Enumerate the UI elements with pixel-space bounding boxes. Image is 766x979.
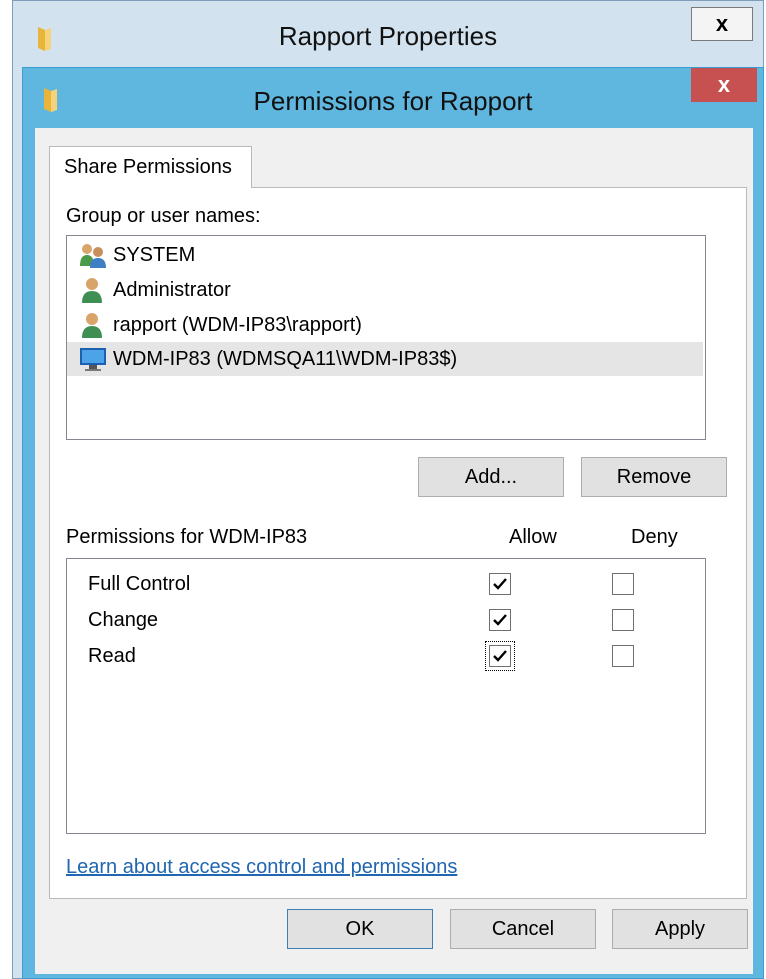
computer-icon (80, 348, 106, 371)
user-listbox[interactable]: SYSTEM Administrator rapport (WDM-IP83\r… (66, 235, 706, 440)
apply-button[interactable]: Apply (612, 909, 748, 949)
outer-window-title: Rapport Properties (278, 21, 498, 51)
permission-row-change: Change (67, 603, 703, 639)
outer-titlebar: Rapport Properties x (13, 1, 763, 69)
ok-button[interactable]: OK (287, 909, 433, 949)
checkmark-icon (493, 578, 507, 590)
allow-checkbox-full-control[interactable] (489, 573, 511, 595)
permission-row-read: Read (67, 639, 703, 675)
allow-checkbox-change[interactable] (489, 609, 511, 631)
outer-close-button[interactable]: x (691, 7, 753, 41)
access-control-help-link[interactable]: Learn about access control and permissio… (66, 856, 457, 879)
deny-checkbox-read[interactable] (612, 645, 634, 667)
dialog-title: Permissions for Rapport (253, 86, 533, 116)
group-or-user-names-label: Group or user names: (66, 205, 261, 227)
allow-checkbox-read[interactable] (489, 645, 511, 667)
user-icon (82, 278, 102, 303)
deny-checkbox-change[interactable] (612, 609, 634, 631)
users-group-icon (80, 244, 106, 268)
list-item-label: Administrator (113, 279, 231, 301)
list-item-administrator[interactable]: Administrator (67, 273, 703, 307)
close-button[interactable]: x (691, 68, 757, 102)
dialog-client-area: Share Permissions Group or user names: S… (35, 128, 753, 974)
list-item-system[interactable]: SYSTEM (67, 238, 703, 272)
allow-column-header: Allow (509, 526, 557, 548)
cancel-button[interactable]: Cancel (450, 909, 596, 949)
tab-share-permissions[interactable]: Share Permissions (49, 146, 252, 188)
permissions-for-label: Permissions for WDM-IP83 (66, 526, 308, 548)
permission-name: Full Control (88, 573, 191, 595)
remove-button[interactable]: Remove (581, 457, 727, 497)
checkmark-icon (493, 650, 507, 662)
add-button[interactable]: Add... (418, 457, 564, 497)
permission-row-full-control: Full Control (67, 567, 703, 603)
list-item-label: SYSTEM (113, 244, 196, 266)
deny-column-header: Deny (631, 526, 678, 548)
permissions-list: Full Control Change Read (66, 558, 706, 834)
deny-checkbox-full-control[interactable] (612, 573, 634, 595)
user-icon (82, 313, 102, 338)
list-item-label: rapport (WDM-IP83\rapport) (113, 314, 362, 336)
permission-name: Read (88, 645, 136, 667)
permission-name: Change (88, 609, 159, 631)
permissions-dialog: Permissions for Rapport x Share Permissi… (22, 67, 764, 979)
list-item-rapport[interactable]: rapport (WDM-IP83\rapport) (67, 308, 703, 342)
checkmark-icon (493, 614, 507, 626)
list-item-wdm-ip83[interactable]: WDM-IP83 (WDMSQA11\WDM-IP83$) (67, 342, 703, 376)
list-item-label: WDM-IP83 (WDMSQA11\WDM-IP83$) (113, 348, 458, 370)
